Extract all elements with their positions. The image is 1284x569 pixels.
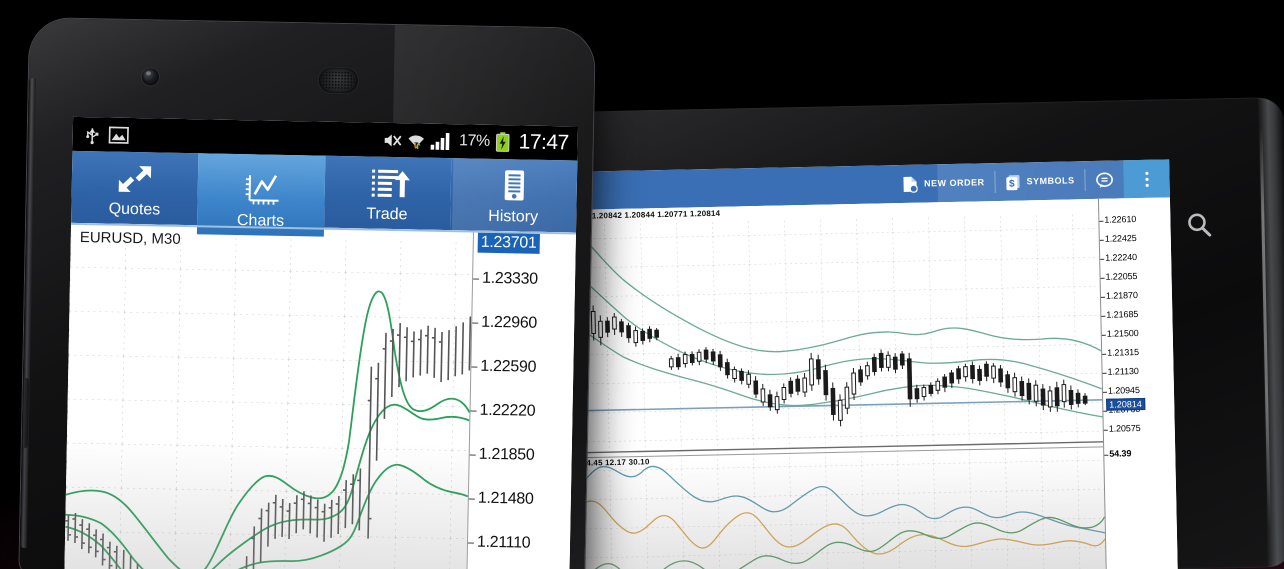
clock: 17:47 <box>518 130 569 155</box>
phone-device: 17% 17:47 Quotes Charts Trade History EU… <box>19 18 595 569</box>
tablet-chart[interactable]: M30 1.20842 1.20844 1.20771 1.20814 ) 24… <box>568 197 1178 569</box>
signal-icon <box>430 132 453 151</box>
symbol-label: EURUSD, M30 <box>79 228 181 248</box>
tablet-price-axis[interactable]: 1.22610 1.22425 1.22240 1.22055 1.21870 … <box>1097 197 1178 569</box>
chat-button[interactable] <box>1085 160 1124 199</box>
axis-tick: 1.22425 <box>1104 233 1137 244</box>
phone-screen: 17% 17:47 Quotes Charts Trade History EU… <box>64 116 579 569</box>
axis-tick: 1.21130 <box>1107 366 1139 377</box>
axis-tick: 1.21315 <box>1107 347 1140 358</box>
tab-quotes-label: Quotes <box>108 200 161 219</box>
battery-percent: 17% <box>458 132 490 150</box>
tablet-screen: NEW ORDER $ SYMBOLS M30 1.20842 1.20844 … <box>567 159 1178 569</box>
axis-tick: 1.20575 <box>1108 423 1141 434</box>
line-chart-icon <box>239 171 284 210</box>
battery-charging-icon <box>495 132 510 152</box>
new-order-label: NEW ORDER <box>923 177 985 189</box>
axis-tick: 1.22220 <box>479 401 536 420</box>
chat-bubble-icon <box>1095 171 1113 188</box>
axis-tick: 1.23330 <box>481 269 538 288</box>
list-arrow-up-icon <box>365 164 410 203</box>
tablet-current-price-badge: 1.20814 <box>1106 397 1145 411</box>
tablet-device: NEW ORDER $ SYMBOLS M30 1.20842 1.20844 … <box>566 96 1284 569</box>
axis-tick: 1.22240 <box>1105 252 1138 263</box>
axis-tick: 1.22055 <box>1105 271 1138 282</box>
symbols-money-icon: $ <box>1005 173 1020 190</box>
wifi-icon <box>408 131 425 150</box>
axis-tick: 1.21685 <box>1106 309 1139 320</box>
overflow-menu-button[interactable] <box>1123 159 1170 199</box>
usb-icon <box>85 125 100 144</box>
axis-tick: 1.22960 <box>481 313 538 332</box>
tab-history-label: History <box>488 207 539 226</box>
arrows-expand-icon <box>113 160 158 199</box>
phone-current-price-badge: 1.23701 <box>477 232 540 254</box>
svg-text:$: $ <box>1009 178 1015 189</box>
document-icon <box>491 167 536 206</box>
tab-trade[interactable]: Trade <box>323 155 452 231</box>
earpiece-speaker <box>318 67 359 94</box>
new-order-button[interactable]: NEW ORDER <box>893 163 995 203</box>
phone-chart[interactable]: EURUSD, M30 1.23701 1.23330 1.22960 1.22… <box>64 222 576 569</box>
tab-charts[interactable]: Charts <box>197 153 325 237</box>
phone-price-axis[interactable]: 1.23701 1.23330 1.22960 1.22590 1.22220 … <box>465 230 576 569</box>
tab-history[interactable]: History <box>449 158 578 233</box>
overflow-menu-icon <box>1144 171 1149 187</box>
axis-tick: 1.22590 <box>480 357 537 376</box>
tablet-indicator-label: ) 24.45 12.17 30.10 <box>576 457 650 468</box>
axis-tick: 1.21480 <box>477 489 534 508</box>
axis-tick: 1.21850 <box>478 445 535 464</box>
scene-root: NEW ORDER $ SYMBOLS M30 1.20842 1.20844 … <box>0 0 1284 569</box>
axis-tick: 1.20945 <box>1107 385 1140 396</box>
indicator-scale-value: 54.39 <box>1109 448 1132 459</box>
mute-icon <box>383 131 402 148</box>
axis-tick: 1.22610 <box>1104 214 1137 225</box>
tab-quotes[interactable]: Quotes <box>71 150 199 226</box>
axis-tick: 1.21500 <box>1106 328 1139 339</box>
axis-tick: 1.21110 <box>476 533 531 552</box>
search-icon[interactable] <box>1182 208 1217 243</box>
symbols-button[interactable]: $ SYMBOLS <box>995 161 1085 201</box>
new-order-icon <box>903 175 919 193</box>
axis-tick: 1.21870 <box>1105 290 1138 301</box>
symbols-label: SYMBOLS <box>1026 175 1075 187</box>
tab-trade-label: Trade <box>366 205 408 224</box>
tab-bar: Quotes Charts Trade History <box>71 150 578 237</box>
tablet-chart-canvas <box>568 198 1106 569</box>
image-icon <box>108 126 129 144</box>
